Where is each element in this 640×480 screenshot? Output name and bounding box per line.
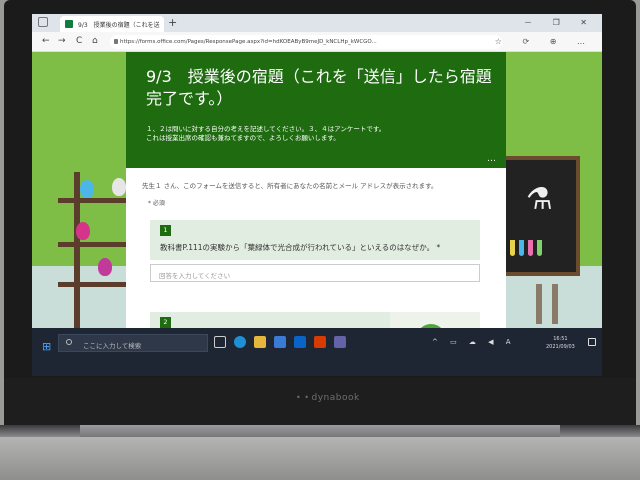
flask-drawing-icon: ⚗ xyxy=(526,182,553,217)
flask-icon xyxy=(98,258,112,276)
system-tray[interactable]: ^ ▭ ☁ ◀ A xyxy=(432,338,516,346)
question-text: 教科書P.111の実験から「葉緑体で光合成が行われている」といえるのはなぜか。 … xyxy=(160,243,441,252)
test-tubes xyxy=(510,240,570,260)
address-bar: ← → C ⌂ https://forms.office.com/Pages/R… xyxy=(32,32,602,52)
tab-title: 9/3 授業後の宿題（これを送 xyxy=(78,22,160,29)
chalkboard: ⚗ xyxy=(500,156,580,276)
store-icon[interactable] xyxy=(274,336,286,348)
start-button[interactable]: ⊞ xyxy=(42,340,51,353)
form-page: ⚗ 9/3 授業後の宿題（これを「送信」したら宿題完了です。） １、２は問いに対… xyxy=(32,52,602,328)
taskbar-search[interactable]: ここに入力して検索 xyxy=(58,334,208,352)
question-number: 2 xyxy=(160,317,171,328)
form-body: 先生１ さん、このフォームを送信すると、所有者にあなたの名前とメール アドレスが… xyxy=(126,168,506,328)
answer-input[interactable]: 回答を入力してください xyxy=(150,264,480,282)
forms-favicon-icon xyxy=(65,20,73,28)
question-number: 1 xyxy=(160,225,171,236)
screen: 9/3 授業後の宿題（これを送 × + － ❐ ✕ ← → C ⌂ https:… xyxy=(32,14,602,376)
tube-icon xyxy=(519,240,524,256)
plant-image xyxy=(390,312,480,328)
form-title: 9/3 授業後の宿題（これを「送信」したら宿題完了です。） xyxy=(146,67,492,108)
more-options-icon[interactable]: … xyxy=(487,154,496,164)
notification-icon[interactable] xyxy=(588,338,596,346)
taskbar: ⊞ ここに入力して検索 ^ ▭ ☁ ◀ A 16:51 2021/09/03 xyxy=(32,328,602,376)
home-icon[interactable]: ⌂ xyxy=(92,36,98,46)
task-view-icon[interactable] xyxy=(214,336,226,348)
browser-tab-bar: 9/3 授業後の宿題（これを送 × + － ❐ ✕ xyxy=(32,14,602,32)
form-description: １、２は問いに対する自分の考えを記述してください。３、４はアンケートです。 これ… xyxy=(146,125,386,142)
lock-icon xyxy=(114,39,118,44)
required-label: * 必須 xyxy=(148,200,165,207)
shelf xyxy=(58,242,128,247)
question-2: 2 xyxy=(150,312,480,328)
office-icon[interactable] xyxy=(314,336,326,348)
tab-actions-icon[interactable] xyxy=(38,17,48,27)
file-explorer-icon[interactable] xyxy=(254,336,266,348)
clock[interactable]: 16:51 2021/09/03 xyxy=(546,335,575,351)
brand-logo: • • xyxy=(296,393,310,402)
refresh-icon[interactable]: C xyxy=(76,36,82,46)
flask-icon xyxy=(112,178,126,196)
forward-icon[interactable]: → xyxy=(58,36,66,46)
laptop-brand: • • dynabook xyxy=(296,393,360,403)
search-icon xyxy=(66,339,72,345)
shelf xyxy=(58,282,128,287)
board-leg xyxy=(536,284,542,324)
url-field[interactable]: https://forms.office.com/Pages/ResponseP… xyxy=(110,35,502,49)
board-leg xyxy=(552,284,558,324)
brand-name: dynabook xyxy=(311,393,360,403)
clock-date: 2021/09/03 xyxy=(546,344,575,350)
browser-tab[interactable]: 9/3 授業後の宿題（これを送 × xyxy=(60,16,164,32)
shelf xyxy=(58,198,128,203)
tube-icon xyxy=(537,240,542,256)
flask-icon xyxy=(76,222,90,240)
mail-icon[interactable] xyxy=(294,336,306,348)
laptop-deck xyxy=(0,437,640,480)
window-controls[interactable]: － ❐ ✕ xyxy=(524,17,596,28)
shelf-post xyxy=(74,172,80,328)
edge-icon[interactable] xyxy=(234,336,246,348)
clock-time: 16:51 xyxy=(553,336,568,342)
back-icon[interactable]: ← xyxy=(42,36,50,46)
new-tab-button[interactable]: + xyxy=(168,16,177,29)
form-header: 9/3 授業後の宿題（これを「送信」したら宿題完了です。） １、２は問いに対する… xyxy=(126,52,506,168)
question-1: 1 教科書P.111の実験から「葉緑体で光合成が行われている」といえるのはなぜか… xyxy=(150,220,480,260)
tube-icon xyxy=(510,240,515,256)
tube-icon xyxy=(528,240,533,256)
flask-icon xyxy=(80,180,94,198)
privacy-notice: 先生１ さん、このフォームを送信すると、所有者にあなたの名前とメール アドレスが… xyxy=(142,182,438,190)
browser-toolbar-icons[interactable]: ☆ ⟳ ⊕ … xyxy=(495,37,594,46)
teams-icon[interactable] xyxy=(334,336,346,348)
